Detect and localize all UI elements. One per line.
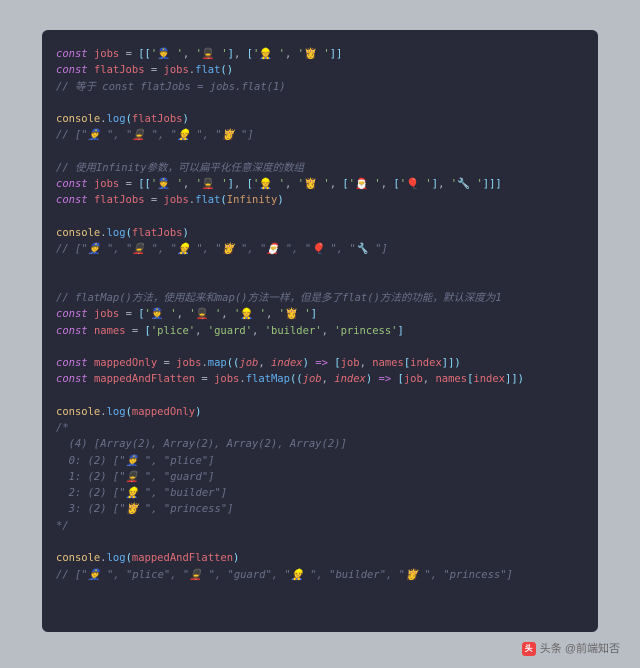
code-line: console.log(flatJobs) xyxy=(56,111,584,127)
code-comment: 2: (2) ["👷 ", "builder"] xyxy=(56,485,584,501)
code-line: const jobs = [['👮 ', '💂 '], ['👷 ', '👸 ',… xyxy=(56,176,584,192)
code-line: console.log(mappedOnly) xyxy=(56,404,584,420)
code-line: const mappedOnly = jobs.map((job, index)… xyxy=(56,355,584,371)
code-comment: 0: (2) ["👮 ", "plice"] xyxy=(56,453,584,469)
code-comment: */ xyxy=(56,518,584,534)
code-comment: // ["👮 ", "plice", "💂 ", "guard", "👷 ", … xyxy=(56,567,584,583)
code-line: const flatJobs = jobs.flat() xyxy=(56,62,584,78)
code-line: const jobs = [['👮 ', '💂 '], ['👷 ', '👸 ']… xyxy=(56,46,584,62)
code-line: const names = ['plice', 'guard', 'builde… xyxy=(56,323,584,339)
blank-line xyxy=(56,388,584,404)
code-comment: // 等于 const flatJobs = jobs.flat(1) xyxy=(56,79,584,95)
code-comment: 3: (2) ["👸 ", "princess"] xyxy=(56,501,584,517)
blank-line xyxy=(56,257,584,273)
code-comment: (4) [Array(2), Array(2), Array(2), Array… xyxy=(56,436,584,452)
code-comment: // 使用Infinity参数，可以扁平化任意深度的数组 xyxy=(56,160,584,176)
code-comment: // ["👮 ", "💂 ", "👷 ", "👸 "] xyxy=(56,127,584,143)
blank-line xyxy=(56,144,584,160)
blank-line xyxy=(56,339,584,355)
code-line: const flatJobs = jobs.flat(Infinity) xyxy=(56,192,584,208)
code-comment: // ["👮 ", "💂 ", "👷 ", "👸 ", "🎅 ", "🎈 ", … xyxy=(56,241,584,257)
code-editor: const jobs = [['👮 ', '💂 '], ['👷 ', '👸 ']… xyxy=(42,30,598,632)
code-comment: /* xyxy=(56,420,584,436)
blank-line xyxy=(56,274,584,290)
code-line: const mappedAndFlatten = jobs.flatMap((j… xyxy=(56,371,584,387)
code-comment: 1: (2) ["💂 ", "guard"] xyxy=(56,469,584,485)
code-line: console.log(mappedAndFlatten) xyxy=(56,550,584,566)
code-line: const jobs = ['👮 ', '💂 ', '👷 ', '👸 '] xyxy=(56,306,584,322)
blank-line xyxy=(56,209,584,225)
blank-line xyxy=(56,95,584,111)
watermark-label: 头条 @前端知否 xyxy=(540,641,620,658)
blank-line xyxy=(56,534,584,550)
toutiao-icon: 头 xyxy=(522,642,536,656)
code-line: console.log(flatJobs) xyxy=(56,225,584,241)
watermark: 头 头条 @前端知否 xyxy=(522,641,620,658)
code-comment: // flatMap()方法，使用起来和map()方法一样，但是多了flat()… xyxy=(56,290,584,306)
